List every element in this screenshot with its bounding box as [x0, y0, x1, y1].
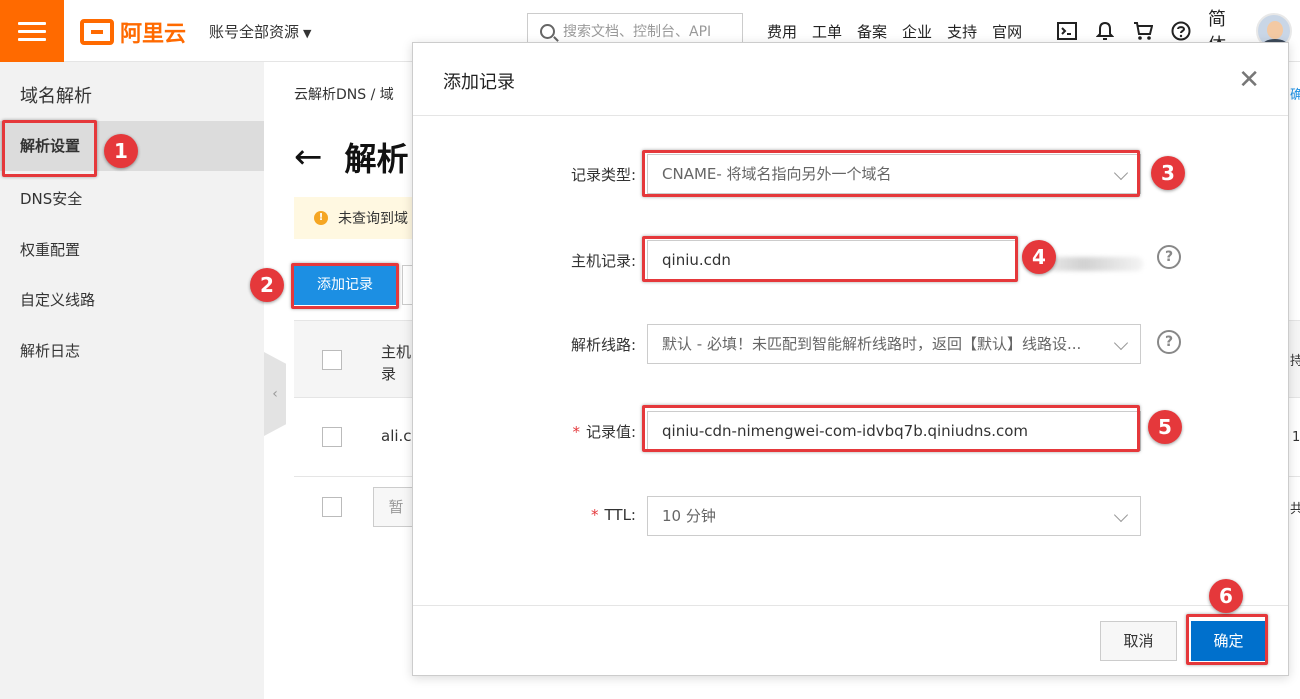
record-value-label: * 记录值: [572, 421, 636, 442]
menu-line [18, 21, 46, 25]
record-value-input[interactable]: qiniu-cdn-nimengwei-com-idvbq7b.qiniudns… [647, 411, 1141, 451]
chevron-down-icon [1113, 507, 1129, 523]
nav-tickets[interactable]: 工单 [812, 21, 842, 42]
help-icon[interactable] [1170, 20, 1192, 42]
nav-enterprise[interactable]: 企业 [902, 21, 932, 42]
menu-line [18, 29, 46, 33]
column-host: 主机录 [381, 343, 412, 383]
language-switch[interactable]: 简体 [1208, 9, 1242, 56]
sidebar-item-resolve-log[interactable]: 解析日志 [0, 326, 264, 376]
dialog-header: 添加记录 ✕ [413, 43, 1288, 116]
page-title-text: 解析 [344, 140, 409, 178]
annotation-badge: 1 [104, 134, 138, 168]
account-resources-dropdown[interactable]: 账号全部资源 ▼ [209, 21, 311, 42]
nav-fees[interactable]: 费用 [767, 21, 797, 42]
cancel-button[interactable]: 取消 [1100, 621, 1177, 661]
ttl-value: 10 分钟 [662, 507, 716, 525]
footer-checkbox[interactable] [322, 497, 342, 517]
annotation-badge: 6 [1209, 579, 1243, 613]
account-label: 账号全部资源 [209, 23, 300, 41]
terminal-icon[interactable] [1056, 20, 1078, 42]
warning-icon: ! [314, 211, 328, 225]
row-checkbox[interactable] [322, 427, 342, 447]
edge-text: 共 [1290, 502, 1300, 517]
bell-icon[interactable] [1094, 20, 1116, 42]
notice-text: 未查询到域 [338, 211, 408, 227]
search-placeholder: 搜索文档、控制台、API [563, 24, 712, 40]
annotation-badge: 5 [1148, 410, 1182, 444]
edge-text: 持 [1290, 354, 1300, 369]
cart-icon[interactable] [1132, 20, 1154, 42]
caret-down-icon: ▼ [303, 27, 312, 40]
nav-official-site[interactable]: 官网 [992, 21, 1022, 42]
add-record-dialog: 添加记录 ✕ 记录类型: CNAME- 将域名指向另外一个域名 主机记录: qi… [412, 42, 1289, 676]
menu-line [18, 37, 46, 41]
host-record-label: 主机记录: [570, 252, 636, 270]
host-record-input[interactable]: qiniu.cdn [647, 240, 1017, 280]
annotation-badge: 2 [250, 268, 284, 302]
sidebar-item-weight-config[interactable]: 权重配置 [0, 225, 264, 275]
annotation-badge: 3 [1151, 156, 1185, 190]
help-icon[interactable]: ? [1157, 245, 1181, 269]
ttl-select[interactable]: 10 分钟 [647, 496, 1141, 536]
close-icon[interactable]: ✕ [1238, 65, 1260, 95]
select-all-checkbox[interactable] [322, 350, 342, 370]
help-icon[interactable]: ? [1157, 330, 1181, 354]
top-nav: 费用 工单 备案 企业 支持 官网 [767, 21, 1022, 42]
add-record-button[interactable]: 添加记录 [293, 265, 397, 305]
record-value-label-text: 记录值: [585, 423, 636, 441]
sidebar-item-dns-security[interactable]: DNS安全 [0, 174, 264, 224]
edge-text: 确 [1290, 88, 1300, 103]
dialog-title: 添加记录 [443, 72, 515, 93]
chevron-left-icon: ‹ [272, 386, 278, 402]
search-icon [540, 23, 555, 39]
sidebar-item-custom-line[interactable]: 自定义线路 [0, 275, 264, 325]
record-type-select[interactable]: CNAME- 将域名指向另外一个域名 [647, 154, 1141, 194]
record-type-value: CNAME- 将域名指向另外一个域名 [662, 165, 892, 183]
resolve-line-label: 解析线路: [570, 336, 636, 354]
aliyun-logo-icon [80, 19, 114, 45]
sidebar-title: 域名解析 [20, 86, 92, 107]
nav-icp[interactable]: 备案 [857, 21, 887, 42]
confirm-button[interactable]: 确定 [1191, 621, 1266, 661]
resolve-line-value: 默认 - 必填！未匹配到智能解析线路时，返回【默认】线路设... [662, 335, 1082, 353]
record-type-label: 记录类型: [570, 166, 636, 184]
breadcrumb: 云解析DNS / 域 [294, 87, 394, 103]
nav-support[interactable]: 支持 [947, 21, 977, 42]
resolve-line-select[interactable]: 默认 - 必填！未匹配到智能解析线路时，返回【默认】线路设... [647, 324, 1141, 364]
page-title: ← 解析 [294, 134, 409, 180]
dialog-footer: 取消 确定 [413, 605, 1288, 675]
back-arrow-icon[interactable]: ← [294, 137, 323, 177]
chevron-down-icon [1113, 165, 1129, 181]
ttl-label: * TTL: [591, 506, 636, 524]
sidebar-collapse-handle[interactable]: ‹ [264, 352, 286, 436]
edge-text: 1 [1292, 430, 1300, 445]
logo-text: 阿里云 [120, 22, 187, 47]
ttl-label-text: TTL: [604, 506, 636, 524]
annotation-badge: 4 [1022, 240, 1056, 274]
required-mark: * [591, 506, 599, 524]
required-mark: * [572, 423, 580, 441]
aliyun-logo[interactable]: 阿里云 [80, 16, 186, 48]
hamburger-menu-button[interactable] [0, 0, 64, 62]
chevron-down-icon [1113, 335, 1129, 351]
